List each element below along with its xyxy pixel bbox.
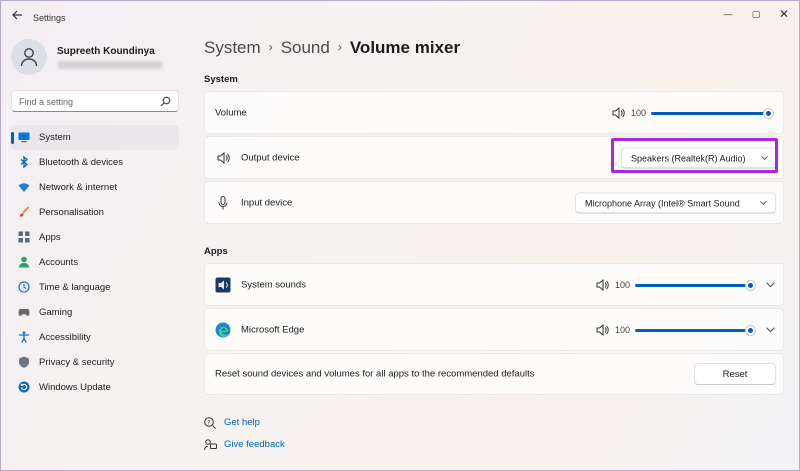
give-feedback-link[interactable]: Give feedback: [224, 439, 285, 450]
chevron-down-icon[interactable]: [766, 281, 775, 288]
shield-icon: [19, 356, 29, 368]
title-bar: Settings — ▢ ✕: [1, 1, 800, 35]
maximize-button[interactable]: ▢: [743, 7, 769, 21]
app-title: Settings: [33, 13, 66, 23]
help-chat-icon: ?: [204, 417, 216, 429]
sidebar-item-label: Bluetooth & devices: [39, 157, 123, 168]
sidebar-item-accounts[interactable]: Accounts: [11, 250, 179, 275]
sidebar-item-label: Personalisation: [39, 207, 104, 218]
user-email-redacted: [57, 61, 163, 69]
brush-icon: [19, 206, 30, 217]
sidebar-item-label: System: [39, 132, 71, 143]
speaker-icon[interactable]: [612, 106, 625, 119]
sidebar-item-label: Apps: [39, 232, 61, 243]
input-device-dropdown[interactable]: Microphone Array (Intel® Smart Sound: [575, 192, 776, 213]
microphone-icon: [218, 195, 228, 209]
volume-label: Volume: [215, 107, 247, 118]
sidebar-item-label: Network & internet: [39, 182, 118, 193]
breadcrumb-system[interactable]: System: [204, 38, 261, 57]
breadcrumb-sound[interactable]: Sound: [281, 38, 330, 57]
sidebar-item-personalisation[interactable]: Personalisation: [11, 200, 179, 225]
app-volume-value: 100: [615, 324, 631, 335]
breadcrumb-separator: ›: [268, 40, 273, 54]
sidebar-item-bluetooth[interactable]: Bluetooth & devices: [11, 150, 179, 175]
wifi-icon: [18, 183, 30, 192]
search-box[interactable]: [11, 90, 179, 112]
bluetooth-icon: [20, 156, 29, 168]
sidebar-item-label: Gaming: [39, 307, 73, 318]
sidebar-item-gaming[interactable]: Gaming: [11, 300, 179, 325]
app-volume-slider-thumb[interactable]: [746, 280, 755, 290]
sidebar-item-privacy-security[interactable]: Privacy & security: [11, 350, 179, 375]
speaker-icon[interactable]: [596, 278, 609, 291]
sidebar-item-system[interactable]: System: [11, 125, 179, 150]
globe-clock-icon: [18, 281, 30, 293]
page-title: Volume mixer: [349, 38, 461, 57]
avatar: [11, 39, 47, 75]
close-button[interactable]: ✕: [771, 7, 797, 21]
person-icon: [20, 48, 38, 67]
output-device-highlight-box: [611, 138, 778, 173]
sidebar-item-network[interactable]: Network & internet: [11, 175, 179, 200]
section-title-apps: Apps: [204, 246, 228, 257]
reset-row: Reset sound devices and volumes for all …: [204, 353, 784, 395]
app-volume-slider-thumb[interactable]: [746, 325, 755, 335]
app-volume-value: 100: [615, 279, 631, 290]
minimize-button[interactable]: —: [715, 7, 741, 21]
input-device-label: Input device: [241, 197, 293, 208]
accessibility-icon: [19, 331, 29, 343]
svg-text:?: ?: [207, 419, 210, 426]
gamepad-icon: [18, 309, 30, 316]
app-name: Microsoft Edge: [241, 324, 305, 335]
sidebar-item-apps[interactable]: Apps: [11, 225, 179, 250]
search-input[interactable]: [19, 95, 159, 108]
app-row-system-sounds: System sounds 100: [204, 263, 784, 306]
speaker-icon: [217, 151, 230, 164]
reset-button[interactable]: Reset: [694, 363, 776, 385]
input-device-selected: Microphone Array (Intel® Smart Sound: [585, 198, 740, 208]
speaker-icon[interactable]: [596, 323, 609, 336]
section-title-system: System: [204, 74, 238, 85]
apps-grid-icon: [18, 231, 30, 243]
reset-description: Reset sound devices and volumes for all …: [215, 368, 535, 380]
volume-slider-thumb[interactable]: [764, 108, 773, 118]
user-name: Supreeth Koundinya: [57, 46, 155, 57]
sidebar-item-label: Accounts: [39, 257, 79, 268]
volume-value: 100: [631, 107, 647, 118]
app-row-microsoft-edge: Microsoft Edge 100: [204, 308, 784, 351]
get-help-link[interactable]: Get help: [224, 417, 260, 428]
chevron-down-icon[interactable]: [766, 326, 775, 333]
edge-icon: [215, 322, 231, 337]
sidebar-item-time-language[interactable]: Time & language: [11, 275, 179, 300]
volume-slider[interactable]: [651, 108, 773, 118]
app-name: System sounds: [241, 279, 306, 290]
app-volume-slider[interactable]: [635, 280, 755, 290]
person-icon: [19, 256, 29, 268]
volume-row: Volume 100: [204, 91, 784, 134]
breadcrumb-separator: ›: [337, 40, 342, 54]
sidebar-item-label: Time & language: [39, 282, 111, 293]
app-volume-slider[interactable]: [635, 325, 755, 335]
system-sounds-icon: [215, 277, 231, 292]
back-arrow-icon[interactable]: [9, 9, 25, 25]
chevron-down-icon: [760, 200, 767, 205]
sidebar-item-accessibility[interactable]: Accessibility: [11, 325, 179, 350]
monitor-icon: [18, 132, 30, 143]
update-icon: [18, 381, 30, 393]
input-device-row: Input device Microphone Array (Intel® Sm…: [204, 181, 784, 224]
sidebar-item-label: Windows Update: [39, 382, 111, 393]
output-device-label: Output device: [241, 152, 300, 163]
sidebar-item-label: Privacy & security: [39, 357, 115, 368]
search-icon[interactable]: [160, 96, 171, 107]
sidebar-nav: System Bluetooth & devices Network & int…: [11, 125, 179, 400]
sidebar-item-label: Accessibility: [39, 332, 91, 343]
feedback-icon: [204, 439, 217, 451]
sidebar-item-windows-update[interactable]: Windows Update: [11, 375, 179, 400]
breadcrumb: System › Sound › Volume mixer: [204, 38, 460, 58]
